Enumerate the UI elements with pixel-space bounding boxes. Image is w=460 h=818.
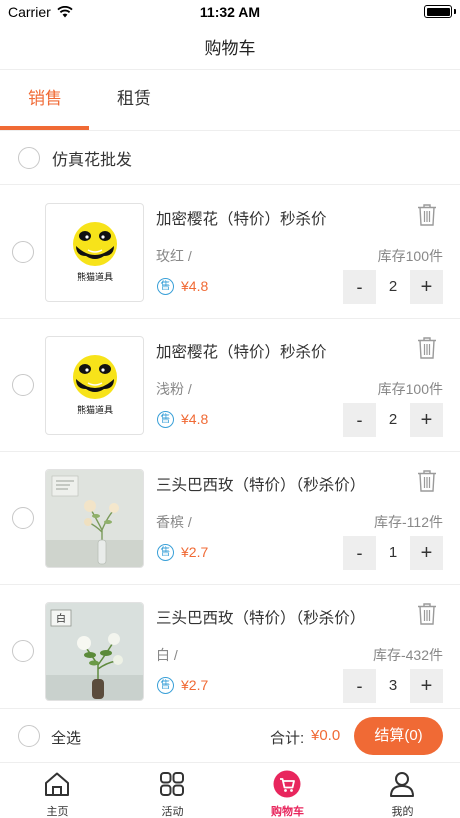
increase-button[interactable]: + xyxy=(410,536,443,570)
decrease-button[interactable]: - xyxy=(343,669,376,703)
item-stock: 库存-112件 xyxy=(374,514,443,530)
sale-badge: 售 xyxy=(157,278,174,295)
nav-bar: 购物车 xyxy=(0,24,460,70)
quantity-stepper: - 2 + xyxy=(343,403,443,437)
item-price: ¥4.8 xyxy=(181,278,209,294)
battery-cap xyxy=(454,9,456,14)
tab-sale[interactable]: 销售 xyxy=(0,71,90,131)
item-title[interactable]: 三头巴西玫（特价）（秒杀价） xyxy=(156,606,365,628)
item-stock: 库存100件 xyxy=(377,381,443,397)
increase-button[interactable]: + xyxy=(410,669,443,703)
shop-name: 仿真花批发 xyxy=(52,151,133,169)
shop-header: 仿真花批发 xyxy=(0,131,460,185)
page-title: 购物车 xyxy=(204,39,256,58)
home-icon xyxy=(45,772,69,796)
battery-icon xyxy=(424,5,452,18)
decrease-button[interactable]: - xyxy=(343,270,376,304)
panda-logo-text: 熊猫道具 xyxy=(77,271,113,283)
tabbar-item-profile[interactable]: 我的 xyxy=(345,764,460,818)
tab-active-indicator xyxy=(0,126,89,130)
increase-button[interactable]: + xyxy=(410,270,443,304)
trash-icon[interactable] xyxy=(416,336,438,360)
shop-select-radio[interactable] xyxy=(18,146,40,169)
decrease-button[interactable]: - xyxy=(343,403,376,437)
panda-logo-text: 熊猫道具 xyxy=(77,404,113,416)
tab-bar: 销售 租赁 xyxy=(0,71,460,131)
cart-item: 白 三头巴西玫（特价）（秒杀价） 白 / 库存-432件 售 ¥2.7 - 3 … xyxy=(0,585,460,718)
select-all-radio[interactable] xyxy=(18,725,40,747)
select-all-label[interactable]: 全选 xyxy=(51,727,81,748)
sale-badge: 售 xyxy=(157,544,174,561)
tabbar-item-home[interactable]: 主页 xyxy=(0,764,115,818)
flower-photo-icon xyxy=(46,470,143,567)
tabbar-label: 活动 xyxy=(161,806,184,818)
status-bar: Carrier 11:32 AM xyxy=(0,0,460,24)
tab-rent[interactable]: 租赁 xyxy=(89,71,179,131)
quantity-stepper: - 3 + xyxy=(343,669,443,703)
total-value: ¥0.0 xyxy=(311,727,341,744)
trash-icon[interactable] xyxy=(416,203,438,227)
item-select-radio[interactable] xyxy=(12,241,34,263)
tabbar-item-activity[interactable]: 活动 xyxy=(115,764,230,818)
tabbar-label: 我的 xyxy=(391,806,414,818)
item-variant: 香槟 / xyxy=(156,514,192,530)
increase-button[interactable]: + xyxy=(410,403,443,437)
item-stock: 库存100件 xyxy=(377,248,443,264)
cart-item: 熊猫道具 加密樱花（特价）秒杀价 玫红 / 库存100件 售 ¥4.8 - 2 … xyxy=(0,186,460,319)
total-label: 合计: xyxy=(270,730,305,747)
quantity-value[interactable]: 2 xyxy=(376,270,410,304)
trash-icon[interactable] xyxy=(416,602,438,626)
photo-tag-label: 白 xyxy=(56,612,66,625)
product-image[interactable]: 熊猫道具 xyxy=(45,203,144,302)
item-variant: 浅粉 / xyxy=(156,381,192,397)
sale-badge: 售 xyxy=(157,677,174,694)
tabbar-label: 购物车 xyxy=(271,806,304,818)
quantity-value[interactable]: 2 xyxy=(376,403,410,437)
quantity-stepper: - 2 + xyxy=(343,270,443,304)
item-select-radio[interactable] xyxy=(12,374,34,396)
product-image[interactable]: 熊猫道具 xyxy=(45,336,144,435)
item-stock: 库存-432件 xyxy=(372,647,443,663)
decrease-button[interactable]: - xyxy=(343,536,376,570)
sale-badge: 售 xyxy=(157,411,174,428)
tabbar-label: 主页 xyxy=(46,806,69,818)
cart-item: 熊猫道具 加密樱花（特价）秒杀价 浅粉 / 库存100件 售 ¥4.8 - 2 … xyxy=(0,319,460,452)
panda-logo-icon: 熊猫道具 xyxy=(73,222,117,283)
grid-icon xyxy=(160,772,184,796)
item-title[interactable]: 三头巴西玫（特价）（秒杀价） xyxy=(156,473,365,495)
flower-photo-icon: 白 xyxy=(46,603,143,700)
item-title[interactable]: 加密樱花（特价）秒杀价 xyxy=(156,340,327,362)
checkout-bar: 全选 合计: ¥0.0 结算(0) xyxy=(0,708,460,763)
item-title[interactable]: 加密樱花（特价）秒杀价 xyxy=(156,207,327,229)
cart-icon xyxy=(273,770,301,798)
item-select-radio[interactable] xyxy=(12,640,34,662)
cart-item: 三头巴西玫（特价）（秒杀价） 香槟 / 库存-112件 售 ¥2.7 - 1 + xyxy=(0,452,460,585)
product-image[interactable] xyxy=(45,469,144,568)
checkout-button[interactable]: 结算(0) xyxy=(354,717,443,755)
bottom-tab-bar: 主页 活动 购物车 我的 xyxy=(0,764,460,818)
item-price: ¥2.7 xyxy=(181,677,209,693)
item-variant: 白 / xyxy=(156,647,178,663)
clock: 11:32 AM xyxy=(199,4,261,20)
quantity-stepper: - 1 + xyxy=(343,536,443,570)
item-price: ¥2.7 xyxy=(181,544,209,560)
quantity-value[interactable]: 1 xyxy=(376,536,410,570)
tabbar-item-cart[interactable]: 购物车 xyxy=(230,764,345,818)
panda-logo-icon: 熊猫道具 xyxy=(73,355,117,416)
product-image[interactable]: 白 xyxy=(45,602,144,701)
trash-icon[interactable] xyxy=(416,469,438,493)
user-icon xyxy=(390,772,414,797)
item-price: ¥4.8 xyxy=(181,411,209,427)
item-select-radio[interactable] xyxy=(12,507,34,529)
quantity-value[interactable]: 3 xyxy=(376,669,410,703)
item-variant: 玫红 / xyxy=(156,248,192,264)
